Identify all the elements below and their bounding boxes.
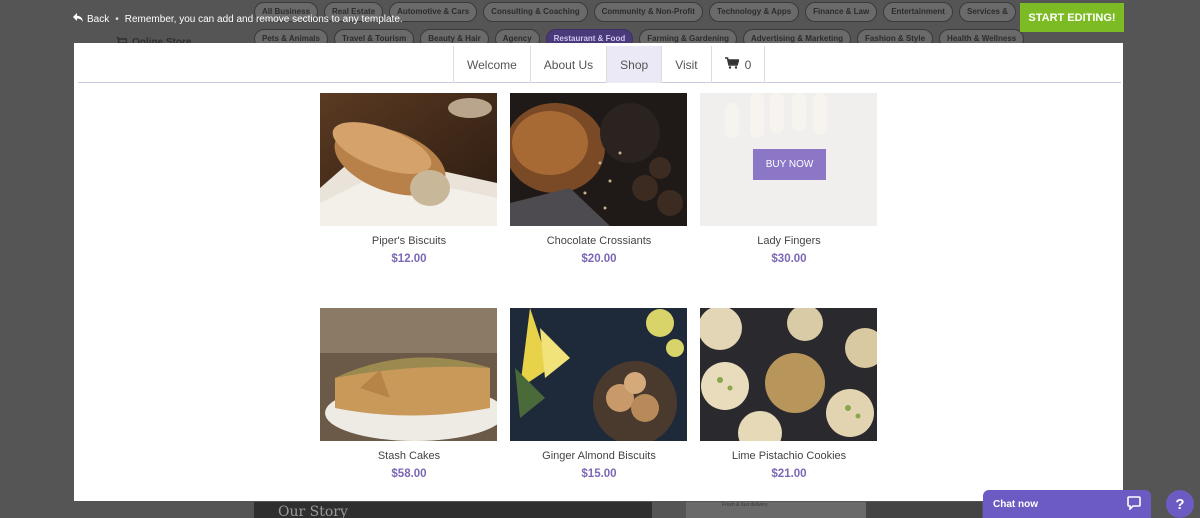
product-price: $20.00 <box>581 253 617 265</box>
product-card[interactable]: Stash Cakes $58.00 <box>320 308 498 501</box>
buy-now-button[interactable]: BUY NOW <box>753 149 826 180</box>
product-image[interactable]: BUY NOW <box>700 93 877 226</box>
product-name[interactable]: Ginger Almond Biscuits <box>510 450 688 462</box>
site-navbar: Welcome About Us Shop Visit 0 <box>78 43 1121 83</box>
product-card[interactable]: Ginger Almond Biscuits $15.00 <box>510 308 688 501</box>
product-price: $12.00 <box>391 253 427 265</box>
product-price: $30.00 <box>771 253 807 265</box>
start-editing-button[interactable]: START EDITING! <box>1020 3 1124 32</box>
back-bar: Back • Remember, you can add and remove … <box>73 13 403 25</box>
category-services[interactable]: Services & <box>958 2 1016 22</box>
chat-label: Chat now <box>993 498 1038 510</box>
chat-bubble-icon <box>1127 495 1141 513</box>
product-image[interactable] <box>700 308 877 441</box>
category-entertainment[interactable]: Entertainment <box>883 2 953 22</box>
product-name[interactable]: Chocolate Crossiants <box>510 235 688 247</box>
back-link[interactable]: Back <box>87 14 109 25</box>
product-grid: Piper's Biscuits $12.00 Chocolate Crossi… <box>320 93 878 501</box>
template-preview-modal: Welcome About Us Shop Visit 0 Piper's Bi… <box>74 43 1123 501</box>
nav-cart[interactable]: 0 <box>712 46 766 83</box>
nav-welcome[interactable]: Welcome <box>454 46 531 83</box>
product-price: $21.00 <box>771 468 807 480</box>
product-name[interactable]: Lime Pistachio Cookies <box>700 450 878 462</box>
separator-dot: • <box>115 13 119 25</box>
product-image[interactable] <box>510 93 687 226</box>
product-image[interactable] <box>510 308 687 441</box>
product-name[interactable]: Piper's Biscuits <box>320 235 498 247</box>
category-finance[interactable]: Finance & Law <box>805 2 878 22</box>
product-card[interactable]: Lime Pistachio Cookies $21.00 <box>700 308 878 501</box>
product-image[interactable] <box>320 308 497 441</box>
background-image-strip <box>866 502 982 518</box>
our-story-heading: Our Story <box>278 504 348 518</box>
chat-now-button[interactable]: Chat now <box>983 490 1151 518</box>
template-notice: Remember, you can add and remove section… <box>124 13 403 25</box>
cart-count: 0 <box>744 57 752 72</box>
product-image[interactable] <box>320 93 497 226</box>
product-name[interactable]: Stash Cakes <box>320 450 498 462</box>
product-name[interactable]: Lady Fingers <box>700 235 878 247</box>
shopping-cart-icon <box>724 57 740 72</box>
background-our-story-section: Our Story <box>254 502 652 518</box>
product-card[interactable]: BUY NOW Lady Fingers $30.00 <box>700 93 878 308</box>
background-small-text: Fresh & fast delivery <box>722 502 768 508</box>
category-consulting[interactable]: Consulting & Coaching <box>483 2 588 22</box>
nav-shop[interactable]: Shop <box>607 46 663 83</box>
product-price: $15.00 <box>581 468 617 480</box>
category-community[interactable]: Community & Non-Profit <box>593 2 703 22</box>
category-technology[interactable]: Technology & Apps <box>708 2 800 22</box>
product-price: $58.00 <box>391 468 427 480</box>
product-card[interactable]: Chocolate Crossiants $20.00 <box>510 93 688 308</box>
product-card[interactable]: Piper's Biscuits $12.00 <box>320 93 498 308</box>
nav-visit[interactable]: Visit <box>662 46 712 83</box>
back-arrow-icon[interactable] <box>73 13 83 25</box>
nav-menu: Welcome About Us Shop Visit 0 <box>453 46 766 83</box>
help-button[interactable]: ? <box>1166 490 1194 518</box>
nav-about-us[interactable]: About Us <box>531 46 608 83</box>
